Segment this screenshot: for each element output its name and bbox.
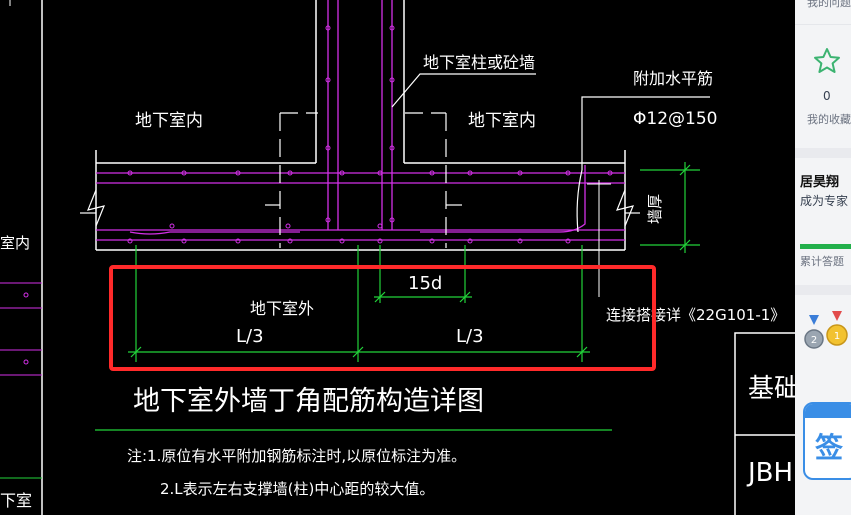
exterior-label: 地下室外: [250, 299, 314, 318]
extra-bar-spec: Φ12@150: [633, 109, 717, 129]
wall-outline: [80, 150, 640, 251]
cad-drawing-canvas[interactable]: 室内 下室 地下室柱或砼墙 地下室内 地下室内 附加水平筋 Φ12@150 墙厚…: [0, 0, 795, 515]
dim-15d: 15d: [408, 273, 442, 294]
interior-left-label: 地下室内: [135, 111, 203, 131]
dim-left: L/3: [236, 326, 264, 347]
wall-thickness-label: 墙厚: [646, 194, 664, 224]
dashed-frame: [265, 112, 462, 248]
left-partial-pane: 室内 下室: [0, 0, 43, 515]
my-collection-label[interactable]: 我的收藏: [807, 111, 851, 127]
sidebar-divider-mid: [795, 148, 851, 158]
medal-gold-icon: 1: [826, 311, 848, 346]
note-2: 2.L表示左右支撑墙(柱)中心距的较大值。: [160, 480, 434, 498]
user-subtitle[interactable]: 成为专家: [800, 192, 848, 209]
my-questions-link[interactable]: 我的问题: [807, 0, 851, 10]
rebar-dots: [127, 25, 613, 244]
collect-count: 0: [823, 89, 831, 103]
note-1: 注:1.原位有水平附加钢筋标注时,以原位标注为准。: [127, 447, 466, 465]
column-label: 地下室柱或砼墙: [423, 53, 535, 72]
column-outline: [96, 0, 625, 164]
right-sidebar: 我的问题 0 我的收藏 居昊翔 成为专家 累计答题 2 1 签: [795, 0, 851, 515]
sidebar-divider-low: [795, 285, 851, 295]
highlight-box: [109, 265, 656, 371]
sign-in-button[interactable]: 签: [803, 402, 851, 480]
dim-right: L/3: [456, 326, 484, 347]
star-icon[interactable]: [812, 46, 842, 76]
answers-label: 累计答题: [800, 255, 844, 268]
sidebar-divider-top: [795, 24, 851, 25]
left-cut-label-2: 下室: [0, 491, 32, 510]
drawing-title: 地下室外墙丁角配筋构造详图: [133, 386, 484, 417]
answer-progress-fill: [800, 244, 851, 249]
ref-note-leader: [587, 180, 611, 297]
user-name[interactable]: 居昊翔: [800, 171, 839, 190]
left-cut-label-1: 室内: [0, 234, 30, 252]
title-block-cell-2: JBH: [746, 458, 793, 488]
svg-text:1: 1: [834, 331, 840, 342]
answer-progress-bar: [800, 244, 851, 249]
svg-text:2: 2: [811, 335, 817, 346]
title-block-cell-1: 基础: [748, 374, 795, 404]
sign-in-label: 签: [815, 431, 844, 464]
medal-silver-icon: 2: [804, 315, 824, 349]
interior-right-label: 地下室内: [468, 111, 536, 131]
calendar-icon: [805, 404, 851, 418]
column-label-leader: [391, 73, 536, 108]
extra-bar-label: 附加水平筋: [633, 69, 713, 88]
rebar-dot: [169, 223, 175, 229]
ref-note: 连接搭接详《22G101-1》: [606, 306, 785, 324]
rebar-dot: [285, 223, 291, 229]
